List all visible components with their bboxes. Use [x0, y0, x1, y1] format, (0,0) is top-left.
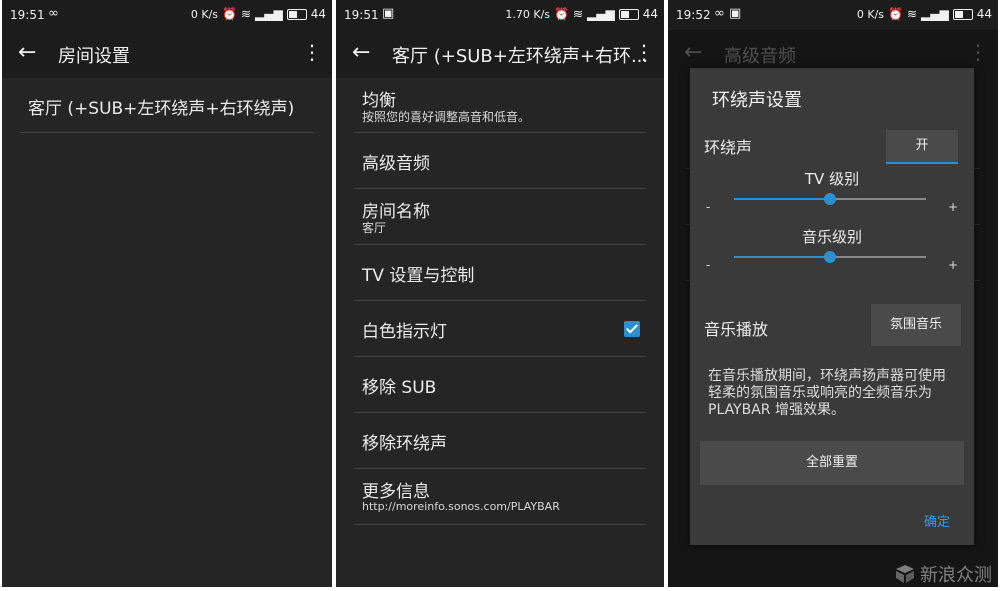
battery-icon — [286, 8, 307, 20]
dialog-description: 在音乐播放期间，环绕声扬声器可使用轻柔的氛围音乐或响亮的全频音乐为 PLAYBA… — [708, 368, 946, 418]
status-bar: 19:51 ∞ 0 K/s ⏰ ≋ ▂▄▆ 44 — [2, 0, 332, 30]
more-menu-icon[interactable]: ⋮ — [634, 40, 654, 64]
ok-button[interactable]: 确定 — [924, 511, 950, 530]
page-title: 房间设置 — [58, 46, 130, 67]
music-level-minus: - — [706, 258, 711, 272]
infinity-icon: ∞ — [48, 6, 59, 21]
infinity-icon: ∞ ▣ — [714, 6, 742, 21]
signal-icon: ▂▄▆ — [255, 7, 283, 21]
back-arrow-icon: ← — [684, 40, 703, 65]
battery-level: 44 — [976, 7, 992, 21]
page-title: 客厅 (+SUB+左环绕声+右环... — [392, 46, 649, 67]
image-icon: ▣ — [382, 6, 395, 21]
alarm-icon: ⏰ — [554, 7, 569, 21]
checkbox-checked[interactable] — [624, 321, 640, 337]
surround-label: 环绕声 — [704, 138, 753, 157]
back-arrow-icon[interactable]: ← — [18, 40, 36, 65]
status-bar: 19:51 ▣ 1.70 K/s ⏰ ≋ ▂▄▆ 44 — [336, 0, 664, 30]
battery-icon — [952, 8, 973, 20]
status-bar: 19:52 ∞ ▣ 0 K/s ⏰ ≋ ▂▄▆ 44 — [668, 0, 998, 30]
signal-icon: ▂▄▆ — [587, 7, 615, 21]
surround-toggle-button[interactable]: 开 — [886, 130, 958, 164]
music-level-plus: + — [948, 258, 959, 272]
list-item-subtitle: 按照您的喜好调整高音和低音。 — [362, 110, 531, 124]
status-time: 19:51 — [10, 8, 45, 22]
reset-all-button[interactable]: 全部重置 — [700, 441, 964, 485]
alarm-icon: ⏰ — [888, 7, 903, 21]
battery-level: 44 — [642, 7, 658, 21]
list-item-tv-settings[interactable]: TV 设置与控制 — [354, 245, 646, 301]
music-play-label: 音乐播放 — [704, 320, 769, 339]
music-play-mode-button[interactable]: 氛围音乐 — [871, 304, 961, 346]
music-level-fill — [734, 256, 830, 258]
list-item-room[interactable]: 客厅 (+SUB+左环绕声+右环绕声) — [20, 80, 314, 133]
list-item-remove-sub[interactable]: 移除 SUB — [354, 357, 646, 413]
list-item-equalizer[interactable]: 均衡 按照您的喜好调整高音和低音。 — [354, 80, 646, 133]
list-item-advanced-audio[interactable]: 高级音频 — [354, 133, 646, 189]
tv-level-label: TV 级别 — [804, 170, 860, 188]
watermark-text: 新浪众测 — [920, 565, 992, 586]
tv-level-slider[interactable] — [734, 193, 926, 205]
tv-level-minus: - — [706, 200, 711, 214]
watermark: 新浪众测 — [894, 561, 992, 587]
status-time: 19:52 — [676, 8, 711, 22]
more-menu-icon[interactable]: ⋮ — [302, 40, 322, 64]
wifi-icon: ≋ — [572, 7, 584, 21]
tv-level-thumb[interactable] — [824, 193, 836, 205]
alarm-icon: ⏰ — [222, 7, 237, 21]
list-item-more-info[interactable]: 更多信息 http://moreinfo.sonos.com/PLAYBAR — [354, 469, 646, 525]
network-speed: 0 K/s — [856, 7, 885, 21]
list-item-label: 更多信息 — [362, 482, 430, 502]
music-level-slider[interactable] — [734, 251, 926, 263]
signal-icon: ▂▄▆ — [921, 7, 949, 21]
battery-level: 44 — [310, 7, 326, 21]
status-time: 19:51 — [344, 8, 379, 22]
wifi-icon: ≋ — [240, 7, 252, 21]
list-item-remove-surround[interactable]: 移除环绕声 — [354, 413, 646, 469]
tv-level-plus: + — [948, 200, 959, 214]
list-item-subtitle: 客厅 — [362, 221, 387, 235]
list-item-label: 高级音频 — [362, 154, 430, 174]
sina-logo-icon — [896, 565, 914, 583]
screen-advanced-audio: 19:52 ∞ ▣ 0 K/s ⏰ ≋ ▂▄▆ 44 ← 高级音频 ⋮ 环绕声设… — [668, 0, 998, 587]
tv-level-fill — [734, 198, 830, 200]
battery-icon — [618, 8, 639, 20]
list-item-room-name[interactable]: 房间名称 客厅 — [354, 189, 646, 245]
page-title: 高级音频 — [724, 46, 796, 67]
list-item-subtitle: http://moreinfo.sonos.com/PLAYBAR — [362, 500, 560, 513]
list-item-label: TV 设置与控制 — [362, 266, 475, 286]
app-bar: ← 房间设置 ⋮ — [2, 30, 332, 78]
network-speed: 0 K/s — [190, 7, 219, 21]
more-menu-icon: ⋮ — [968, 40, 988, 64]
list-item-label: 移除 SUB — [362, 378, 437, 398]
music-level-thumb[interactable] — [824, 251, 836, 263]
network-speed: 1.70 K/s — [505, 7, 551, 21]
back-arrow-icon[interactable]: ← — [352, 40, 370, 65]
room-name-label: 客厅 (+SUB+左环绕声+右环绕声) — [28, 99, 295, 119]
dialog-title: 环绕声设置 — [712, 90, 802, 111]
surround-settings-dialog: 环绕声设置 环绕声 开 TV 级别 - + 音乐级别 - + 音乐播放 氛围音乐… — [690, 68, 974, 545]
music-level-label: 音乐级别 — [801, 228, 862, 246]
wifi-icon: ≋ — [906, 7, 918, 21]
screen-room-settings: 19:51 ∞ 0 K/s ⏰ ≋ ▂▄▆ 44 ← 房间设置 ⋮ 客厅 (+S… — [2, 0, 332, 587]
list-item-label: 移除环绕声 — [362, 434, 447, 454]
list-item-label: 白色指示灯 — [362, 322, 447, 342]
list-item-white-light[interactable]: 白色指示灯 — [354, 301, 646, 357]
app-bar: ← 客厅 (+SUB+左环绕声+右环... ⋮ — [336, 30, 664, 78]
screen-room-options: 19:51 ▣ 1.70 K/s ⏰ ≋ ▂▄▆ 44 ← 客厅 (+SUB+左… — [336, 0, 664, 587]
